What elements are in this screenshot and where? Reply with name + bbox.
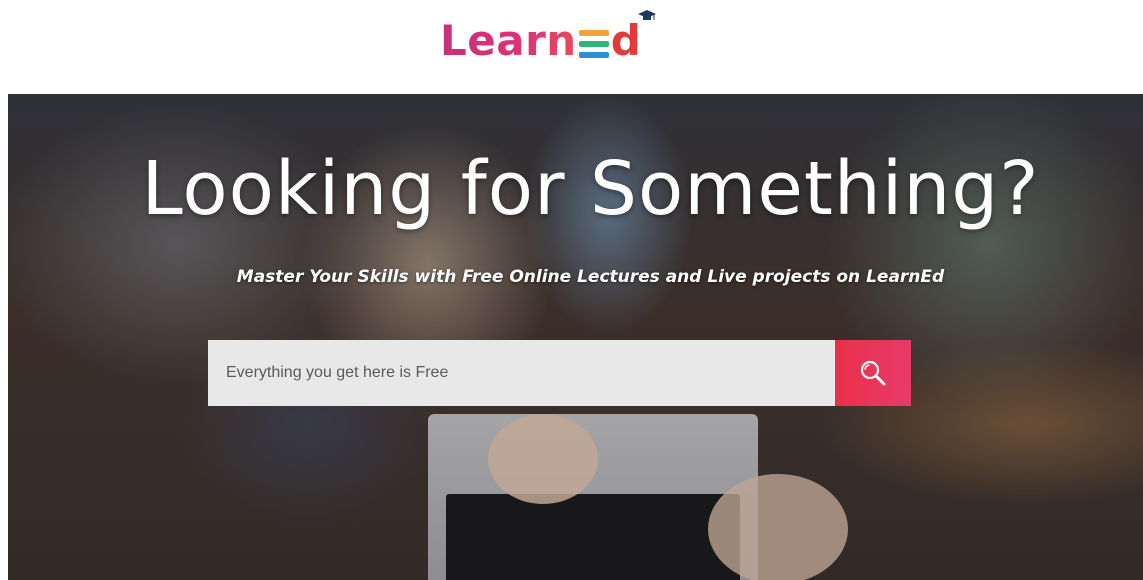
logo-text-d: d	[610, 16, 642, 65]
learned-logo[interactable]: Learn d	[440, 6, 656, 65]
hero-subtitle: Master Your Skills with Free Online Lect…	[236, 267, 945, 287]
hero-banner: Looking for Something? Master Your Skill…	[8, 94, 1143, 580]
logo-text-learn: Learn	[440, 16, 577, 65]
search-button[interactable]	[835, 340, 911, 406]
site-header: Learn d	[0, 0, 1143, 94]
hero-title: Looking for Something?	[141, 146, 1040, 232]
graduation-cap-icon	[638, 10, 656, 20]
search-bar	[208, 340, 911, 406]
search-icon	[860, 360, 886, 386]
logo-books-e-icon	[578, 26, 609, 60]
search-input[interactable]	[208, 340, 835, 406]
